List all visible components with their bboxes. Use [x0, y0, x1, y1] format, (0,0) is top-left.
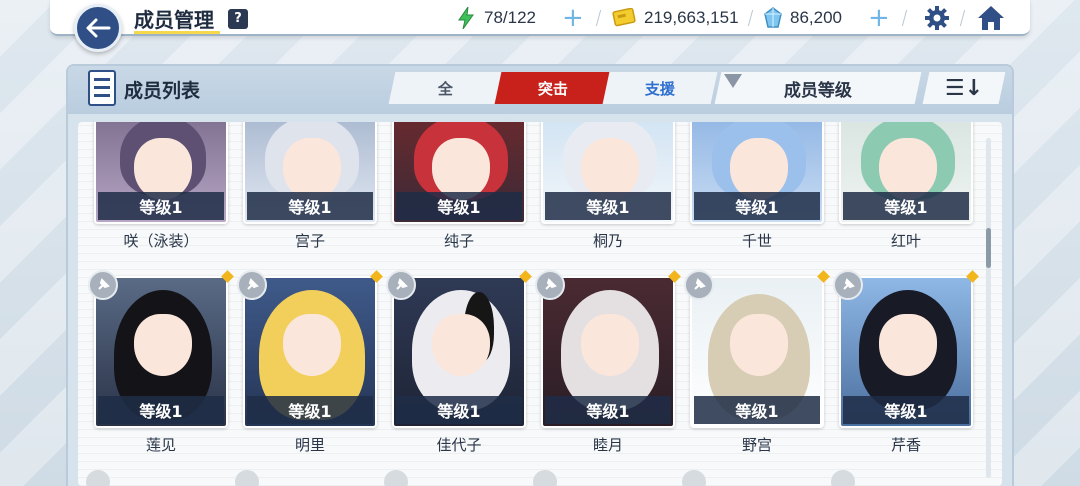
member-name: 芹香 — [890, 436, 921, 454]
character-portrait: 等级1 — [541, 276, 675, 428]
stamina-value: 78/122 — [484, 8, 536, 27]
level-badge: 等级1 — [694, 192, 820, 220]
sort-order-icon: ☰↓ — [944, 75, 984, 101]
filter-tab-label: 支援 — [644, 79, 675, 98]
lightning-icon — [458, 7, 474, 29]
member-card[interactable]: 等级1 莲见 — [88, 270, 234, 454]
member-name: 野宫 — [741, 436, 772, 454]
help-button[interactable]: ? — [228, 9, 248, 29]
member-card[interactable]: 等级1 红叶 — [839, 122, 973, 250]
level-badge: 等级1 — [843, 192, 969, 220]
level-badge: 等级1 — [694, 396, 820, 424]
sort-dropdown[interactable]: 成员等级 — [714, 72, 922, 104]
level-badge: 等级1 — [98, 396, 224, 424]
sort-label: 成员等级 — [784, 80, 852, 101]
member-name: 桐乃 — [592, 232, 623, 250]
member-name: 明里 — [294, 436, 325, 454]
character-portrait: 等级1 — [392, 122, 526, 224]
title-underline — [134, 31, 220, 34]
home-icon[interactable] — [976, 4, 1006, 32]
pin-icon[interactable] — [386, 270, 416, 300]
back-button[interactable] — [74, 4, 122, 52]
member-card[interactable]: 等级1 千世 — [690, 122, 824, 250]
panel-title: 成员列表 — [124, 80, 201, 102]
pin-icon — [831, 470, 855, 486]
filter-tab-label: 全 — [438, 79, 454, 98]
pin-icon — [384, 470, 408, 486]
pin-icon[interactable] — [833, 270, 863, 300]
member-list-icon — [88, 70, 116, 106]
credits-value: 219,663,151 — [644, 8, 739, 27]
character-portrait: 等级1 — [94, 276, 228, 428]
member-name: 千世 — [741, 232, 772, 250]
add-stamina-button[interactable]: + — [562, 3, 584, 33]
character-portrait: 等级1 — [690, 122, 824, 224]
level-badge: 等级1 — [396, 396, 522, 424]
member-card[interactable]: 等级1 睦月 — [535, 270, 681, 454]
member-name: 莲见 — [145, 436, 176, 454]
pin-icon — [235, 470, 259, 486]
member-card[interactable]: 等级1 野宫 — [684, 270, 830, 454]
member-name: 宫子 — [294, 232, 325, 250]
member-card[interactable]: 等级1 咲（泳装） — [94, 122, 228, 250]
level-badge: 等级1 — [843, 396, 969, 424]
level-badge: 等级1 — [247, 192, 373, 220]
credit-icon — [612, 8, 636, 27]
level-badge: 等级1 — [247, 396, 373, 424]
page-title: 成员管理 — [134, 8, 214, 32]
filter-tab-attack[interactable]: 突击 — [494, 72, 612, 104]
filter-tab-all[interactable]: 全 — [388, 72, 504, 104]
filter-tab-support[interactable]: 支援 — [602, 72, 718, 104]
filter-tab-label: 突击 — [537, 79, 568, 98]
character-portrait: 等级1 — [839, 276, 973, 428]
pin-icon[interactable] — [684, 270, 714, 300]
gems-value: 86,200 — [790, 8, 842, 27]
member-grid: 等级1 咲（泳装） 等级1 宫子 等级1 纯子 等级1 桐乃 等级1 千世 等级… — [78, 122, 1002, 486]
member-name: 咲（泳装） — [123, 232, 199, 250]
member-card[interactable]: 等级1 明里 — [237, 270, 383, 454]
character-portrait: 等级1 — [94, 122, 228, 224]
level-badge: 等级1 — [545, 192, 671, 220]
pin-icon — [533, 470, 557, 486]
character-portrait: 等级1 — [392, 276, 526, 428]
character-portrait: 等级1 — [243, 276, 377, 428]
member-card[interactable]: 等级1 芹香 — [833, 270, 979, 454]
add-gems-button[interactable]: + — [868, 3, 890, 33]
member-card[interactable]: 等级1 纯子 — [392, 122, 526, 250]
level-badge: 等级1 — [545, 396, 671, 424]
pin-icon[interactable] — [237, 270, 267, 300]
scrollbar-thumb[interactable] — [986, 228, 991, 268]
character-portrait: 等级1 — [690, 276, 824, 428]
member-card[interactable]: 等级1 宫子 — [243, 122, 377, 250]
pin-icon — [86, 470, 110, 486]
member-name: 纯子 — [443, 232, 474, 250]
member-name: 佳代子 — [436, 436, 482, 454]
pin-icon — [682, 470, 706, 486]
character-portrait: 等级1 — [839, 122, 973, 224]
member-name: 睦月 — [592, 436, 623, 454]
gem-icon — [764, 7, 782, 28]
character-portrait: 等级1 — [541, 122, 675, 224]
pin-icon[interactable] — [535, 270, 565, 300]
member-card[interactable]: 等级1 佳代子 — [386, 270, 532, 454]
character-portrait: 等级1 — [243, 122, 377, 224]
arrow-left-icon — [86, 18, 111, 38]
pin-icon[interactable] — [88, 270, 118, 300]
scrollbar-track[interactable] — [986, 138, 991, 478]
gear-icon[interactable] — [924, 5, 950, 31]
level-badge: 等级1 — [98, 192, 224, 220]
sort-order-button[interactable]: ☰↓ — [922, 72, 1006, 104]
member-name: 红叶 — [890, 232, 921, 250]
level-badge: 等级1 — [396, 192, 522, 220]
member-card[interactable]: 等级1 桐乃 — [541, 122, 675, 250]
